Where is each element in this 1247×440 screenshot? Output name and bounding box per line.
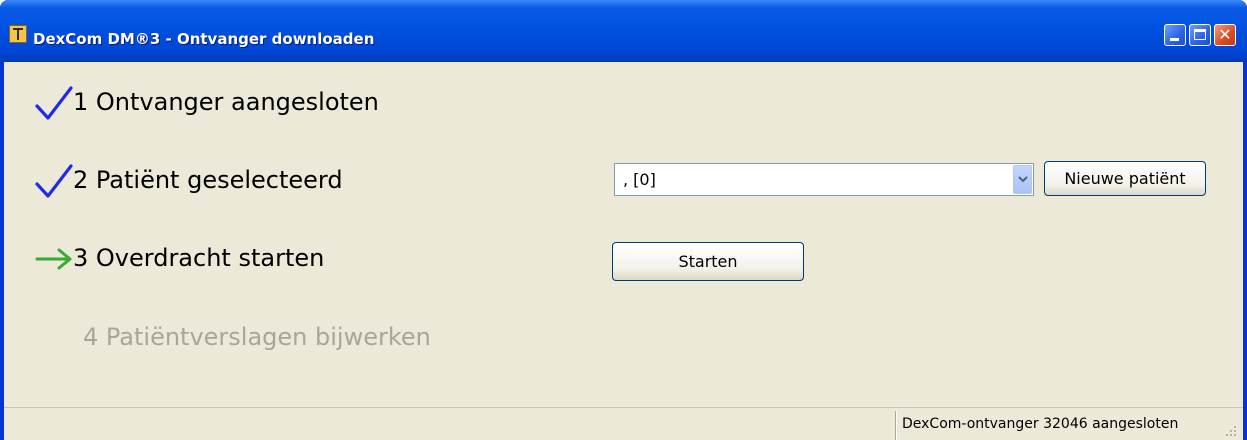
start-button[interactable]: Starten [612,242,804,281]
dropdown-button[interactable] [1013,165,1032,194]
maximize-button[interactable] [1189,24,1211,46]
close-icon: ✕ [1218,25,1232,44]
patient-select[interactable]: , [0] [614,163,1034,196]
resize-grip-icon[interactable] [1225,425,1237,437]
step-3-label: 3 Overdracht starten [73,244,325,272]
close-button[interactable]: ✕ [1214,24,1236,46]
wizard-panel: 1 Ontvanger aangesloten 2 Patiënt gesele… [4,62,1243,407]
step-1-label: 1 Ontvanger aangesloten [73,88,379,116]
status-text: DexCom-ontvanger 32046 aangesloten [902,416,1179,432]
patient-select-value: , [0] [623,170,656,189]
checkmark-icon [35,164,73,198]
title-bar[interactable]: DexCom DM®3 - Ontvanger downloaden ✕ [0,0,1247,62]
step-4-label: 4 Patiëntverslagen bijwerken [83,323,431,351]
checkmark-icon [35,86,73,120]
minimize-button[interactable] [1164,24,1186,46]
window-title: DexCom DM®3 - Ontvanger downloaden [33,30,375,48]
app-window: DexCom DM®3 - Ontvanger downloaden ✕ 1 O… [0,0,1247,440]
maximize-icon [1194,29,1206,40]
chevron-down-icon [1018,176,1028,183]
new-patient-button[interactable]: Nieuwe patiënt [1044,161,1206,196]
minimize-icon [1170,38,1179,41]
arrow-right-icon [35,248,72,270]
status-divider [895,411,897,440]
step-2-label: 2 Patiënt geselecteerd [73,166,343,194]
app-icon [9,25,27,43]
status-bar: DexCom-ontvanger 32046 aangesloten [4,407,1243,440]
